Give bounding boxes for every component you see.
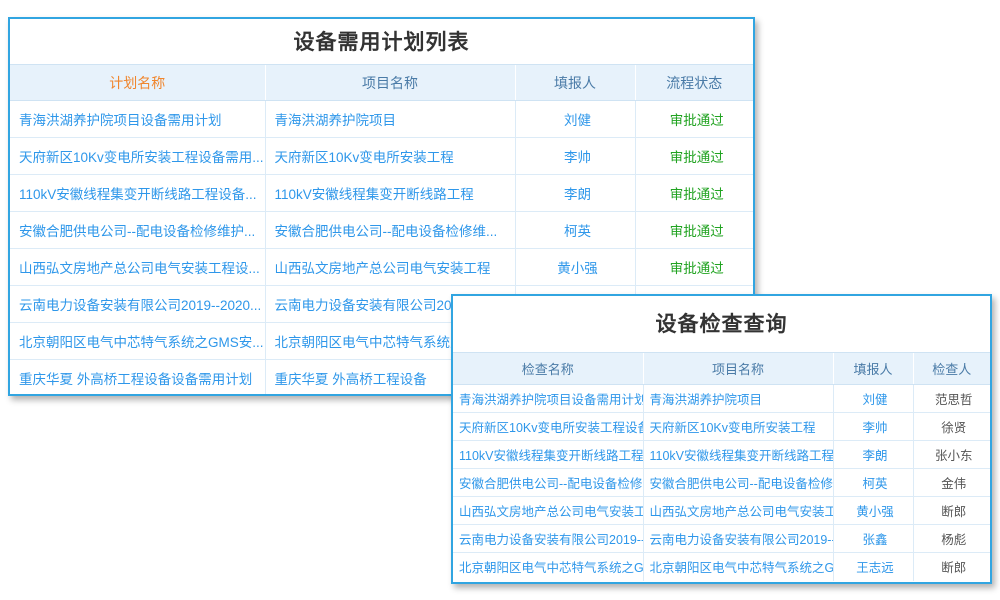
table-row: 110kV安徽线程集变开断线路工程设备...110kV安徽线程集变开断线路工程李… [10,175,753,212]
column-header[interactable]: 填报人 [515,65,635,101]
text-cell: 审批通过 [635,212,753,249]
link-cell[interactable]: 云南电力设备安装有限公司2019--2020... [453,525,643,553]
link-cell[interactable]: 青海洪湖养护院项目 [643,385,833,413]
link-cell[interactable]: 山西弘文房地产总公司电气安装工程 [265,249,515,286]
link-cell[interactable]: 黄小强 [515,249,635,286]
text-cell: 审批通过 [635,249,753,286]
column-header[interactable]: 项目名称 [265,65,515,101]
column-header[interactable]: 流程状态 [635,65,753,101]
text-cell: 金伟 [913,469,990,497]
table-row: 110kV安徽线程集变开断线路工程设备...110kV安徽线程集变开断线路工程设… [453,441,990,469]
link-cell[interactable]: 天府新区10Kv变电所安装工程 [265,138,515,175]
text-cell: 徐贤 [913,413,990,441]
link-cell[interactable]: 110kV安徽线程集变开断线路工程 [265,175,515,212]
plan-list-title: 设备需用计划列表 [10,19,753,64]
table-row: 青海洪湖养护院项目设备需用计划青海洪湖养护院项目刘健审批通过 [10,101,753,138]
column-header[interactable]: 检查名称 [453,353,643,385]
link-cell[interactable]: 李帅 [833,413,913,441]
text-cell: 范思哲 [913,385,990,413]
link-cell[interactable]: 黄小强 [833,497,913,525]
text-cell: 张小东 [913,441,990,469]
table-row: 安徽合肥供电公司--配电设备检修维护...安徽合肥供电公司--配电设备检修维护.… [453,469,990,497]
link-cell[interactable]: 北京朝阳区电气中芯特气系统之GMS安... [10,323,265,360]
link-cell[interactable]: 云南电力设备安装有限公司2019--2020... [643,525,833,553]
link-cell[interactable]: 北京朝阳区电气中芯特气系统之GMS安... [453,553,643,581]
plan-list-header-row: 计划名称项目名称填报人流程状态 [10,65,753,101]
text-cell: 断郎 [913,553,990,581]
link-cell[interactable]: 青海洪湖养护院项目 [265,101,515,138]
column-header[interactable]: 项目名称 [643,353,833,385]
text-cell: 杨彪 [913,525,990,553]
link-cell[interactable]: 110kV安徽线程集变开断线路工程设备... [453,441,643,469]
table-row: 山西弘文房地产总公司电气安装工程设...山西弘文房地产总公司电气安装工程...黄… [453,497,990,525]
link-cell[interactable]: 天府新区10Kv变电所安装工程设备需用... [10,138,265,175]
link-cell[interactable]: 110kV安徽线程集变开断线路工程设... [643,441,833,469]
link-cell[interactable]: 安徽合肥供电公司--配电设备检修维护... [453,469,643,497]
link-cell[interactable]: 柯英 [833,469,913,497]
link-cell[interactable]: 李朗 [515,175,635,212]
text-cell: 审批通过 [635,138,753,175]
inspection-query-table: 检查名称项目名称填报人检查人 青海洪湖养护院项目设备需用计划青海洪湖养护院项目刘… [453,352,990,581]
link-cell[interactable]: 柯英 [515,212,635,249]
table-row: 天府新区10Kv变电所安装工程设备需用...天府新区10Kv变电所安装工程李帅审… [10,138,753,175]
inspection-query-title: 设备检查查询 [453,296,990,352]
link-cell[interactable]: 山西弘文房地产总公司电气安装工程设... [10,249,265,286]
table-row: 云南电力设备安装有限公司2019--2020...云南电力设备安装有限公司201… [453,525,990,553]
inspection-query-header-row: 检查名称项目名称填报人检查人 [453,353,990,385]
link-cell[interactable]: 天府新区10Kv变电所安装工程设备需用... [453,413,643,441]
link-cell[interactable]: 山西弘文房地产总公司电气安装工程... [643,497,833,525]
link-cell[interactable]: 王志远 [833,553,913,581]
inspection-query-body: 青海洪湖养护院项目设备需用计划青海洪湖养护院项目刘健范思哲天府新区10Kv变电所… [453,385,990,581]
column-header[interactable]: 检查人 [913,353,990,385]
link-cell[interactable]: 重庆华夏 外高桥工程设备设备需用计划 [10,360,265,397]
text-cell: 断郎 [913,497,990,525]
link-cell[interactable]: 刘健 [515,101,635,138]
text-cell: 审批通过 [635,101,753,138]
link-cell[interactable]: 李帅 [515,138,635,175]
link-cell[interactable]: 山西弘文房地产总公司电气安装工程设... [453,497,643,525]
link-cell[interactable]: 北京朝阳区电气中芯特气系统之GMS... [643,553,833,581]
link-cell[interactable]: 安徽合肥供电公司--配电设备检修维... [265,212,515,249]
column-header[interactable]: 填报人 [833,353,913,385]
link-cell[interactable]: 张鑫 [833,525,913,553]
link-cell[interactable]: 青海洪湖养护院项目设备需用计划 [453,385,643,413]
inspection-query-window: 设备检查查询 检查名称项目名称填报人检查人 青海洪湖养护院项目设备需用计划青海洪… [451,294,992,584]
link-cell[interactable]: 李朗 [833,441,913,469]
link-cell[interactable]: 110kV安徽线程集变开断线路工程设备... [10,175,265,212]
link-cell[interactable]: 安徽合肥供电公司--配电设备检修维护... [643,469,833,497]
table-row: 天府新区10Kv变电所安装工程设备需用...天府新区10Kv变电所安装工程李帅徐… [453,413,990,441]
link-cell[interactable]: 青海洪湖养护院项目设备需用计划 [10,101,265,138]
link-cell[interactable]: 云南电力设备安装有限公司2019--2020... [10,286,265,323]
link-cell[interactable]: 刘健 [833,385,913,413]
page-background: 设备需用计划列表 计划名称项目名称填报人流程状态 青海洪湖养护院项目设备需用计划… [0,0,1000,600]
table-row: 北京朝阳区电气中芯特气系统之GMS安...北京朝阳区电气中芯特气系统之GMS..… [453,553,990,581]
link-cell[interactable]: 安徽合肥供电公司--配电设备检修维护... [10,212,265,249]
table-row: 安徽合肥供电公司--配电设备检修维护...安徽合肥供电公司--配电设备检修维..… [10,212,753,249]
table-row: 青海洪湖养护院项目设备需用计划青海洪湖养护院项目刘健范思哲 [453,385,990,413]
text-cell: 审批通过 [635,175,753,212]
column-header[interactable]: 计划名称 [10,65,265,101]
link-cell[interactable]: 天府新区10Kv变电所安装工程 [643,413,833,441]
table-row: 山西弘文房地产总公司电气安装工程设...山西弘文房地产总公司电气安装工程黄小强审… [10,249,753,286]
